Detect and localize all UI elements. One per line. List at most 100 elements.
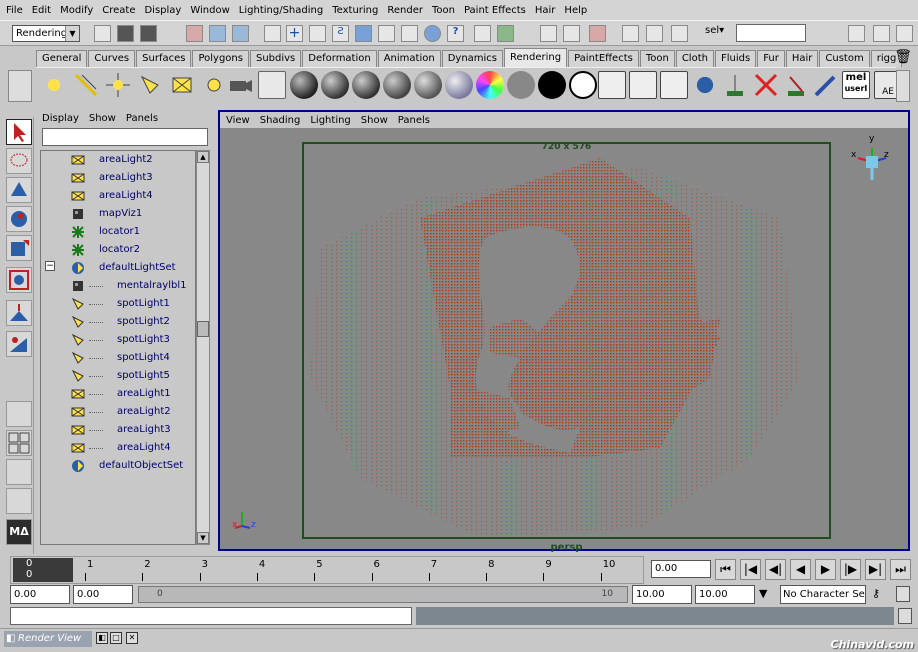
ramp-shader-icon[interactable]	[476, 71, 504, 99]
select-deformations-icon[interactable]	[378, 25, 395, 42]
time-slider[interactable]: 0 0 1 2 3 4 5 6 7 8 9 10	[10, 556, 644, 584]
step-back-frame-icon[interactable]: ◀|	[765, 559, 786, 580]
render-frame-icon[interactable]	[622, 25, 639, 42]
playback-end-field[interactable]: 10.00	[632, 585, 692, 604]
menu-help[interactable]: Help	[564, 5, 587, 16]
select-joints-icon[interactable]	[309, 25, 326, 42]
volume-light-icon[interactable]	[200, 71, 228, 99]
anisotropic-material-icon[interactable]	[414, 71, 442, 99]
shelf-tab-curves[interactable]: Curves	[88, 50, 136, 67]
shelf-tab-general[interactable]: General	[36, 50, 88, 67]
menu-file[interactable]: File	[6, 5, 23, 16]
current-frame-field[interactable]: 0.00	[651, 560, 711, 578]
scroll-up-icon[interactable]: ▲	[197, 151, 209, 163]
outliner-item[interactable]: defaultObjectSet	[41, 457, 195, 475]
menu-hair[interactable]: Hair	[535, 5, 556, 16]
outliner-menu-display[interactable]: Display	[42, 113, 79, 124]
paint-brush-icon[interactable]	[812, 71, 840, 99]
restore-icon[interactable]: ◧	[96, 632, 108, 644]
outliner-menu-show[interactable]: Show	[89, 113, 116, 124]
make-light-links-icon[interactable]	[721, 71, 749, 99]
maximize-icon[interactable]: □	[110, 632, 122, 644]
outliner-item[interactable]: spotLight4	[41, 349, 195, 367]
shelf-tab-surfaces[interactable]: Surfaces	[136, 50, 192, 67]
quick-select-input[interactable]	[736, 24, 806, 42]
menu-display[interactable]: Display	[144, 5, 181, 16]
character-set-dropdown-icon[interactable]: ▼	[759, 587, 767, 600]
phong-material-icon[interactable]	[321, 71, 349, 99]
select-curves-icon[interactable]: Ƨ	[332, 25, 349, 42]
directional-light-icon[interactable]	[72, 71, 100, 99]
shelf-tab-animation[interactable]: Animation	[377, 50, 441, 67]
four-view-layout-icon[interactable]	[6, 430, 32, 456]
shelf-tab-polygons[interactable]: Polygons	[192, 50, 249, 67]
shelf-tab-deformation[interactable]: Deformation	[302, 50, 377, 67]
step-forward-frame-icon[interactable]: |▶	[840, 559, 861, 580]
shelf-tab-rendering[interactable]: Rendering	[504, 48, 568, 67]
trash-icon[interactable]: 🗑	[894, 49, 912, 65]
select-dynamics-icon[interactable]	[401, 25, 418, 42]
link-selected-icon[interactable]	[782, 71, 810, 99]
shelf-scrollbar[interactable]	[896, 70, 910, 102]
shelf-menu-button[interactable]	[8, 70, 32, 102]
close-icon[interactable]: ✕	[126, 632, 138, 644]
outliner-menu-panels[interactable]: Panels	[126, 113, 158, 124]
ambient-light-icon[interactable]	[40, 71, 68, 99]
viewport-menu-lighting[interactable]: Lighting	[310, 115, 350, 126]
outliner-item[interactable]: − defaultLightSet	[41, 259, 195, 277]
shelf-tab-painteffects[interactable]: PaintEffects	[568, 50, 639, 67]
outliner-item[interactable]: locator2	[41, 241, 195, 259]
new-scene-icon[interactable]	[94, 25, 111, 42]
outliner-item[interactable]: areaLight4	[41, 187, 195, 205]
shelf-tab-dynamics[interactable]: Dynamics	[441, 50, 504, 67]
scroll-down-icon[interactable]: ▼	[197, 532, 209, 544]
select-handles-icon[interactable]: +	[286, 25, 303, 42]
go-to-end-icon[interactable]: ⏭	[890, 559, 911, 580]
render-globals-icon[interactable]	[671, 25, 688, 42]
select-component-icon[interactable]	[232, 25, 249, 42]
animation-preferences-icon[interactable]	[896, 586, 910, 602]
outliner-scrollbar[interactable]: ▲ ▼	[196, 150, 210, 545]
collapse-toggle-icon[interactable]: −	[45, 261, 55, 271]
command-line-input[interactable]	[10, 607, 412, 625]
ipr-render-icon[interactable]	[646, 25, 663, 42]
menu-paint-effects[interactable]: Paint Effects	[464, 5, 526, 16]
shelf-tab-cloth[interactable]: Cloth	[675, 50, 714, 67]
render-view-icon[interactable]	[598, 71, 626, 99]
mel-command-icon[interactable]: MΔ	[6, 519, 32, 545]
construction-history-icon[interactable]	[589, 25, 606, 42]
menu-lighting-shading[interactable]: Lighting/Shading	[239, 5, 323, 16]
universal-manipulator-icon[interactable]	[6, 267, 32, 293]
outliner-item[interactable]: mapViz1	[41, 205, 195, 223]
soft-modification-icon[interactable]	[6, 300, 32, 326]
outliner-item[interactable]: spotLight1	[41, 295, 195, 313]
render-view-window-button[interactable]: ◧ Render View	[4, 631, 92, 647]
mel-script-icon[interactable]: mel userI	[842, 71, 870, 99]
outliner-item[interactable]: areaLight4	[41, 439, 195, 457]
highlight-selection-icon[interactable]	[497, 25, 514, 42]
menu-modify[interactable]: Modify	[60, 5, 93, 16]
outliner-item[interactable]: locator1	[41, 223, 195, 241]
menu-toon[interactable]: Toon	[432, 5, 455, 16]
show-manipulator-icon[interactable]	[6, 331, 32, 357]
break-light-links-icon[interactable]	[752, 71, 780, 99]
viewport-menu-shading[interactable]: Shading	[260, 115, 301, 126]
lock-selection-icon[interactable]	[474, 25, 491, 42]
viewport-menu-panels[interactable]: Panels	[398, 115, 430, 126]
move-tool-icon[interactable]	[6, 177, 32, 203]
attribute-editor-icon[interactable]	[873, 25, 890, 42]
ipr-icon[interactable]	[629, 71, 657, 99]
end-time-field[interactable]: 10.00	[695, 585, 755, 604]
outliner-item[interactable]: spotLight3	[41, 331, 195, 349]
scroll-thumb[interactable]	[197, 321, 209, 337]
menu-set-select[interactable]: Rendering ▼	[12, 25, 80, 42]
play-backwards-icon[interactable]: ◀	[790, 559, 811, 580]
outliner-item[interactable]: areaLight2	[41, 403, 195, 421]
select-rendering-icon[interactable]	[424, 25, 441, 42]
viewport-menu-view[interactable]: View	[226, 115, 250, 126]
view-axis-icon[interactable]: y x z	[850, 134, 890, 186]
blinn-material-icon[interactable]	[290, 71, 318, 99]
rotate-tool-icon[interactable]	[6, 206, 32, 232]
select-hierarchy-icon[interactable]	[186, 25, 203, 42]
playback-start-field[interactable]: 0.00	[73, 585, 133, 604]
